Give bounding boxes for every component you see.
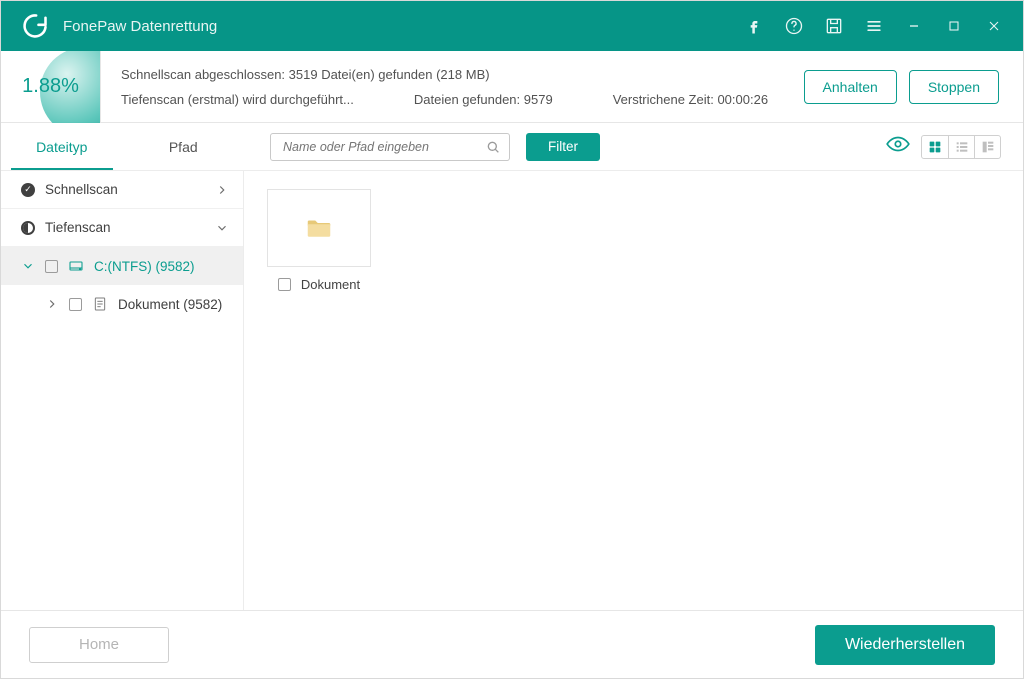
folder-label-row: Dokument xyxy=(278,277,360,292)
view-list-icon[interactable] xyxy=(948,136,974,158)
search-field[interactable] xyxy=(270,133,510,161)
drive-icon xyxy=(68,258,84,274)
tab-path-label: Pfad xyxy=(169,139,198,155)
progress-indicator: 1.88% xyxy=(1,51,101,123)
facebook-icon[interactable] xyxy=(737,9,771,43)
app-logo-icon xyxy=(21,12,49,40)
maximize-icon[interactable] xyxy=(937,9,971,43)
status-deepscan: Tiefenscan (erstmal) wird durchgeführt..… xyxy=(121,92,354,107)
recover-button[interactable]: Wiederherstellen xyxy=(815,625,995,665)
document-icon xyxy=(92,296,108,312)
body: Schnellscan Tiefenscan C:(NTFS) (9582) D… xyxy=(1,171,1023,610)
progress-partial-icon xyxy=(21,221,35,235)
menu-icon[interactable] xyxy=(857,9,891,43)
folder-item[interactable]: Dokument xyxy=(264,189,374,292)
tree-deepscan-label: Tiefenscan xyxy=(45,220,205,235)
folder-icon xyxy=(304,213,334,243)
checkbox[interactable] xyxy=(45,260,58,273)
status-line2: Tiefenscan (erstmal) wird durchgeführt..… xyxy=(121,92,784,107)
sidebar-tabs: Dateityp Pfad xyxy=(1,123,244,170)
chevron-down-icon xyxy=(21,259,35,273)
tree-document-label: Dokument (9582) xyxy=(118,297,222,312)
search-icon xyxy=(485,139,501,155)
pause-button[interactable]: Anhalten xyxy=(804,70,897,104)
minimize-icon[interactable] xyxy=(897,9,931,43)
titlebar-left: FonePaw Datenrettung xyxy=(21,12,217,40)
save-icon[interactable] xyxy=(817,9,851,43)
view-mode-toggle xyxy=(921,135,1001,159)
app-window: FonePaw Datenrettung 1.88% Schnellscan a… xyxy=(0,0,1024,679)
titlebar: FonePaw Datenrettung xyxy=(1,1,1023,51)
tree-document-row[interactable]: Dokument (9582) xyxy=(1,285,243,323)
progress-percent: 1.88% xyxy=(22,75,79,98)
chevron-down-icon xyxy=(215,221,229,235)
titlebar-controls xyxy=(737,9,1011,43)
status-line1: Schnellscan abgeschlossen: 3519 Datei(en… xyxy=(121,67,784,82)
tab-filetype[interactable]: Dateityp xyxy=(1,123,123,170)
tab-filetype-label: Dateityp xyxy=(36,139,87,155)
tab-path[interactable]: Pfad xyxy=(123,123,245,170)
footer: Home Wiederherstellen xyxy=(1,610,1023,678)
status-text: Schnellscan abgeschlossen: 3519 Datei(en… xyxy=(101,67,804,107)
folder-label: Dokument xyxy=(301,277,360,292)
tree-sidebar: Schnellscan Tiefenscan C:(NTFS) (9582) D… xyxy=(1,171,244,610)
check-complete-icon xyxy=(21,183,35,197)
tree-quickscan-label: Schnellscan xyxy=(45,182,205,197)
tree-quickscan[interactable]: Schnellscan xyxy=(1,171,243,209)
stop-button[interactable]: Stoppen xyxy=(909,70,999,104)
view-detail-icon[interactable] xyxy=(974,136,1000,158)
app-title: FonePaw Datenrettung xyxy=(63,18,217,35)
chevron-right-icon xyxy=(215,183,229,197)
tree-drive-label: C:(NTFS) (9582) xyxy=(94,259,195,274)
preview-icon[interactable] xyxy=(885,131,911,162)
content-grid: Dokument xyxy=(244,171,1023,610)
status-files-found: Dateien gefunden: 9579 xyxy=(414,92,553,107)
status-bar: 1.88% Schnellscan abgeschlossen: 3519 Da… xyxy=(1,51,1023,123)
view-controls xyxy=(885,131,1001,162)
status-buttons: Anhalten Stoppen xyxy=(804,70,1023,104)
folder-thumbnail xyxy=(267,189,371,267)
chevron-right-icon xyxy=(45,297,59,311)
checkbox[interactable] xyxy=(278,278,291,291)
checkbox[interactable] xyxy=(69,298,82,311)
tree-deepscan[interactable]: Tiefenscan xyxy=(1,209,243,247)
search-input[interactable] xyxy=(283,140,485,154)
close-icon[interactable] xyxy=(977,9,1011,43)
view-grid-icon[interactable] xyxy=(922,136,948,158)
status-elapsed: Verstrichene Zeit: 00:00:26 xyxy=(613,92,768,107)
help-icon[interactable] xyxy=(777,9,811,43)
filter-button[interactable]: Filter xyxy=(526,133,600,161)
toolbar: Dateityp Pfad Filter xyxy=(1,123,1023,171)
home-button[interactable]: Home xyxy=(29,627,169,663)
tree-drive-row[interactable]: C:(NTFS) (9582) xyxy=(1,247,243,285)
